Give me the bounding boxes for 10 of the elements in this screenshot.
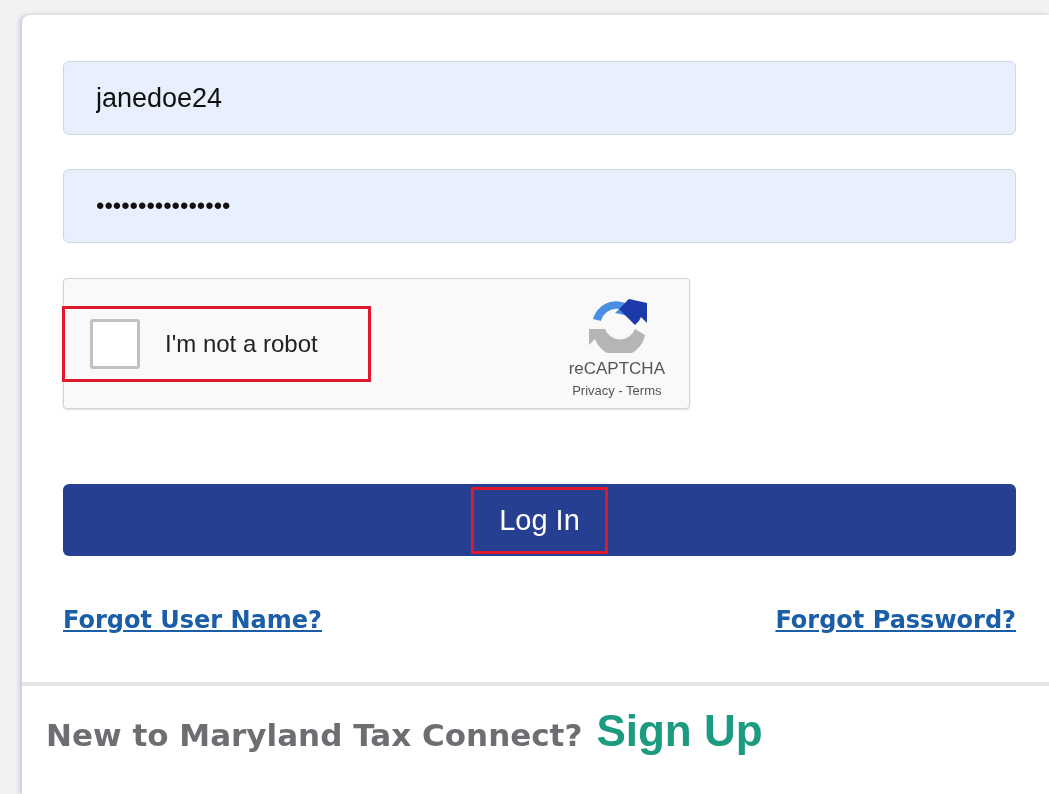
checkbox[interactable] xyxy=(90,318,140,369)
username-field[interactable]: janedoe24 xyxy=(63,61,1016,135)
recaptcha-text: reCAPTCHA xyxy=(568,359,665,379)
signup-prompt: New to Maryland Tax Connect? xyxy=(46,717,583,753)
forgot-link[interactable]: Forgot Password? xyxy=(775,606,1016,634)
checkbox-label: I'm not a robot xyxy=(165,329,318,358)
privacy-terms-links[interactable]: Privacy - Terms xyxy=(572,383,662,398)
password-field[interactable]: •••••••••••••••• xyxy=(63,169,1016,243)
login-button[interactable]: Log In xyxy=(63,484,1016,556)
forgot-link[interactable]: Forgot User Name? xyxy=(63,606,322,634)
